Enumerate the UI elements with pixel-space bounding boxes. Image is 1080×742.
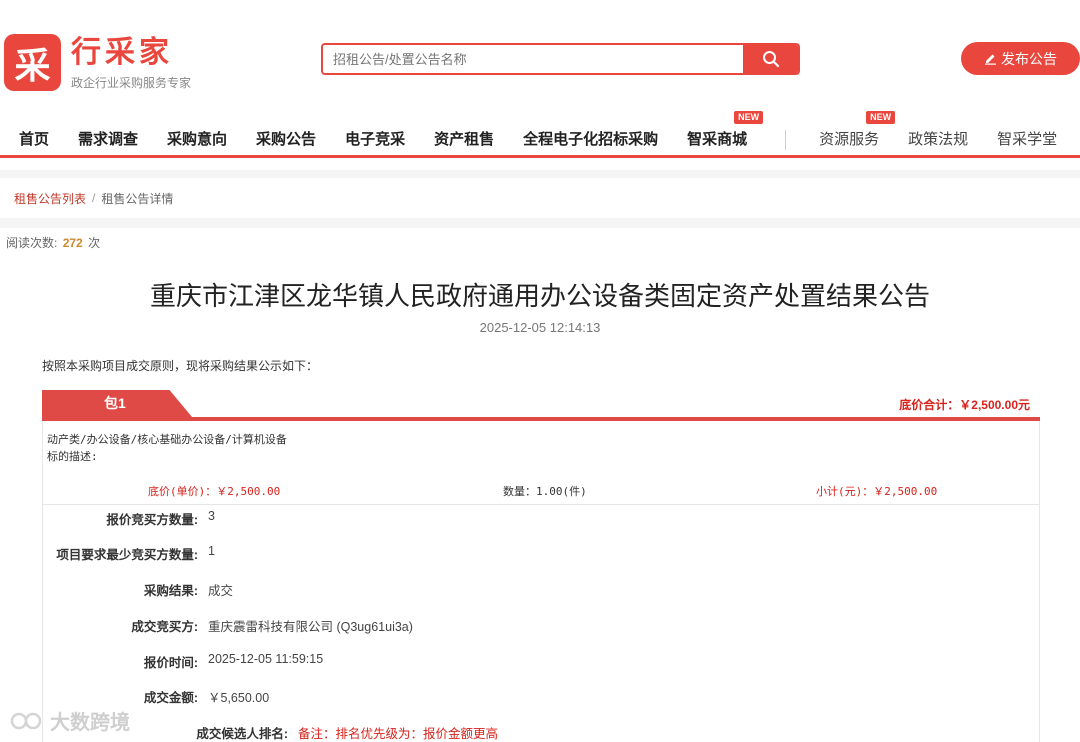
package-header: 包1 底价合计：￥2,500.00元 [42, 390, 1040, 421]
nav-item-smart-mall[interactable]: 智采商城 NEW [687, 110, 764, 155]
detail-row: 成交竞买方: 重庆震雷科技有限公司 (Q3ug61ui3a) [43, 616, 1041, 636]
breadcrumb-bar: 租售公告列表 / 租售公告详情 [0, 170, 1080, 228]
watermark-logo-icon [10, 712, 42, 729]
logo-title: 行采家 [71, 36, 173, 69]
nav-item-e-bidding[interactable]: 电子竞采 [345, 125, 405, 155]
detail-label: 成交竞买方: [131, 620, 198, 634]
breadcrumb-separator: / [92, 191, 96, 205]
result-details: 报价竞买方数量: 3 项目要求最少竞买方数量: 1 采购结果: 成交 成交竞买方… [42, 505, 1040, 742]
nav-divider [785, 129, 787, 150]
item-quantity: 数量：1.00(件) [503, 485, 587, 498]
logo-mark: 采 [4, 34, 61, 91]
search-bar [321, 43, 800, 75]
watermark-text: 大数跨境 [50, 712, 130, 734]
item-description-label: 标的描述: [47, 450, 98, 463]
nav-item-academy[interactable]: 智采学堂 [997, 125, 1057, 155]
detail-label: 项目要求最少竞买方数量: [56, 548, 198, 562]
search-icon [762, 51, 779, 68]
tab-package-1[interactable]: 包1 [42, 390, 192, 417]
new-badge: NEW [734, 110, 764, 124]
detail-value: 备注：排名优先级为：报价金额更高 [298, 727, 499, 741]
logo-tagline: 政企行业采购服务专家 [71, 76, 192, 90]
edit-icon [985, 54, 996, 65]
breadcrumb-current: 租售公告详情 [101, 191, 174, 206]
detail-row: 成交候选人排名: 备注：排名优先级为：报价金额更高 [43, 723, 1041, 742]
detail-row: 成交金额: ￥5,650.00 [43, 687, 1041, 707]
site-logo[interactable]: 采 行采家 政企行业采购服务专家 [4, 34, 191, 91]
detail-value: 成交 [208, 584, 234, 598]
publish-label: 发布公告 [1001, 50, 1057, 67]
search-button[interactable] [743, 45, 798, 73]
item-subtotal: 小计(元)：￥2,500.00 [816, 485, 938, 498]
nav-label: 智采商城 [687, 130, 748, 148]
site-header: 采 行采家 政企行业采购服务专家 发布公告 [0, 0, 1080, 110]
nav-item-demand-survey[interactable]: 需求调查 [78, 125, 138, 155]
detail-row: 项目要求最少竞买方数量: 1 [43, 544, 1041, 564]
nav-item-resources[interactable]: 资源服务 NEW [819, 110, 896, 155]
read-count-value: 272 [62, 236, 83, 250]
item-category: 动产类/办公设备/核心基础办公设备/计算机设备 [47, 433, 287, 446]
nav-item-asset-lease[interactable]: 资产租售 [434, 125, 494, 155]
intro-text: 按照本采购项目成交原则，现将采购结果公示如下： [42, 359, 319, 373]
detail-value: 3 [208, 509, 215, 523]
publish-datetime: 2025-12-05 12:14:13 [479, 320, 601, 335]
nav-label: 资源服务 [819, 130, 880, 148]
detail-label: 报价时间: [143, 656, 198, 670]
nav-item-purchase-intent[interactable]: 采购意向 [167, 125, 227, 155]
page-title: 重庆市江津区龙华镇人民政府通用办公设备类固定资产处置结果公告 [149, 281, 930, 311]
detail-label: 采购结果: [143, 584, 198, 598]
watermark: 大数跨境 [10, 706, 130, 735]
detail-label: 成交金额: [143, 691, 198, 705]
read-count-prefix: 阅读次数: [6, 236, 58, 250]
nav-item-policies[interactable]: 政策法规 [908, 125, 968, 155]
nav-item-e-tendering[interactable]: 全程电子化招标采购 [523, 125, 658, 155]
detail-value: 重庆震雷科技有限公司 (Q3ug61ui3a) [208, 620, 413, 634]
detail-row: 报价时间: 2025-12-05 11:59:15 [43, 652, 1041, 672]
package-total: 底价合计：￥2,500.00元 [899, 398, 1030, 412]
search-input[interactable] [323, 45, 743, 73]
detail-label: 报价竞买方数量: [106, 513, 198, 527]
publish-notice-button[interactable]: 发布公告 [961, 42, 1080, 75]
nav-item-purchase-notice[interactable]: 采购公告 [256, 125, 316, 155]
package-item: 动产类/办公设备/核心基础办公设备/计算机设备 标的描述: 底价(单价)：￥2,… [42, 421, 1040, 505]
detail-value: ￥5,650.00 [208, 691, 270, 705]
detail-value: 1 [208, 544, 215, 558]
read-count-suffix: 次 [88, 236, 101, 250]
new-badge: NEW [866, 110, 896, 124]
detail-row: 报价竞买方数量: 3 [43, 509, 1041, 529]
breadcrumb-link-list[interactable]: 租售公告列表 [14, 190, 86, 207]
main-nav: 首页 需求调查 采购意向 采购公告 电子竞采 资产租售 全程电子化招标采购 智采… [0, 110, 1080, 158]
nav-item-home[interactable]: 首页 [19, 125, 49, 155]
detail-row: 采购结果: 成交 [43, 580, 1041, 600]
detail-value: 2025-12-05 11:59:15 [208, 652, 324, 666]
breadcrumb: 租售公告列表 / 租售公告详情 [0, 178, 1080, 218]
read-count: 阅读次数: 272 次 [6, 234, 100, 251]
item-unit-price: 底价(单价)：￥2,500.00 [148, 485, 281, 498]
